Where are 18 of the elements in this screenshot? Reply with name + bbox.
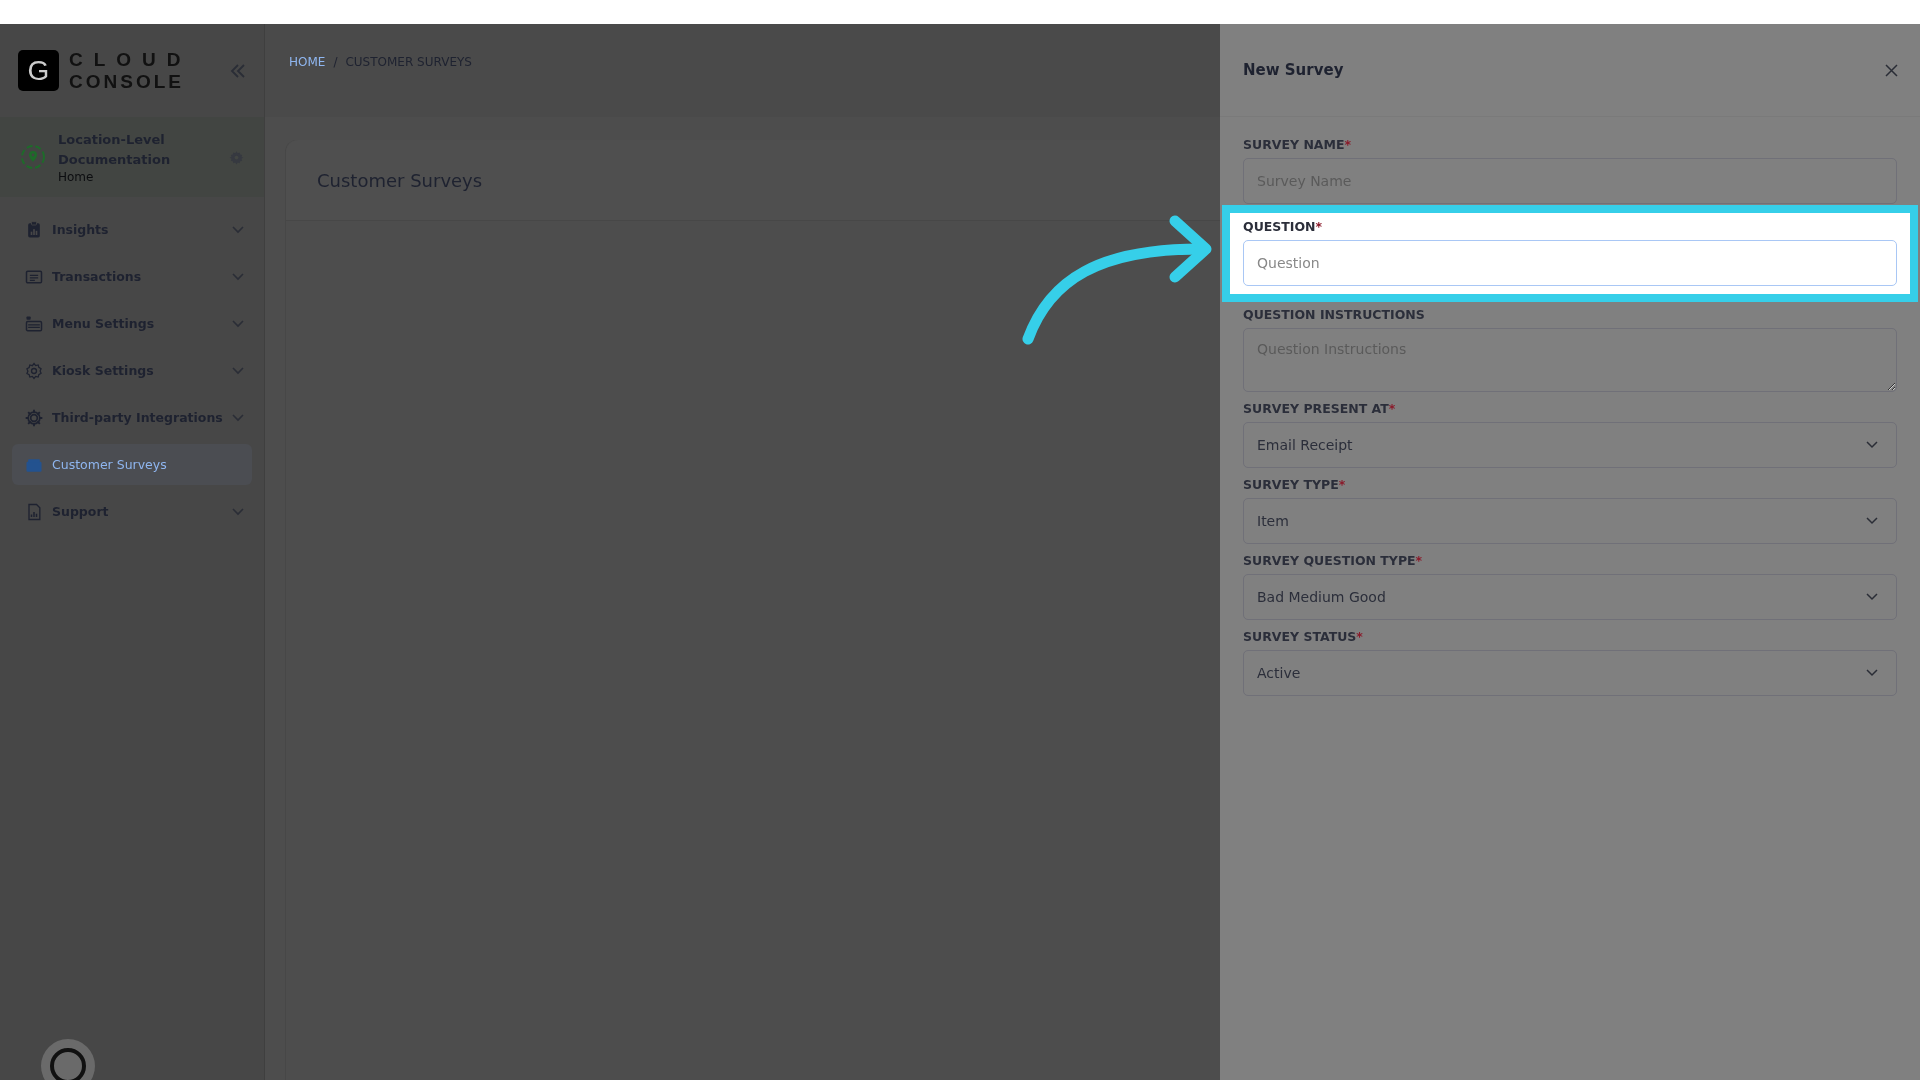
field-label: SURVEY PRESENT AT* (1243, 401, 1397, 416)
drawer-title: New Survey (1243, 61, 1344, 79)
input-field[interactable]: Question (1243, 240, 1897, 286)
field-label: QUESTION* (1243, 219, 1324, 234)
location-subtitle: Home (58, 170, 95, 184)
field-label: QUESTION INSTRUCTIONS (1243, 307, 1426, 322)
field-label: SURVEY TYPE* (1243, 477, 1347, 492)
select-field[interactable]: Email Receipt (1243, 422, 1897, 468)
breadcrumb-separator: / (333, 54, 338, 69)
breadcrumb-link[interactable]: HOME (289, 54, 326, 69)
field-label: SURVEY NAME* (1243, 137, 1353, 152)
sidebar-item[interactable]: Customer Surveys (12, 444, 252, 485)
select-field[interactable]: Active (1243, 650, 1897, 696)
logo-mark: G (18, 50, 59, 91)
field-label: SURVEY STATUS* (1243, 629, 1364, 644)
select-field[interactable]: Item (1243, 498, 1897, 544)
select-field[interactable]: Bad Medium Good (1243, 574, 1897, 620)
field-label: SURVEY QUESTION TYPE* (1243, 553, 1424, 568)
